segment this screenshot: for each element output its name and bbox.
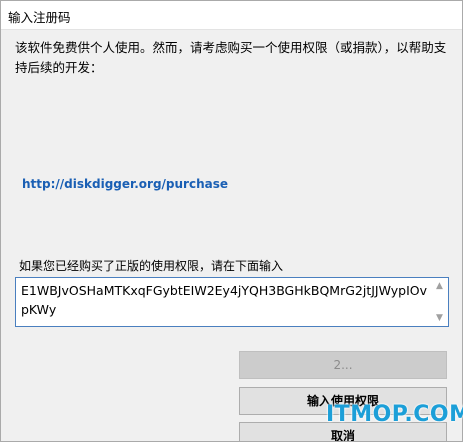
title-bar: 输入注册码 [1, 1, 462, 30]
license-input-scrollbar[interactable]: ▲ ▼ [431, 278, 448, 326]
license-input[interactable]: E1WBJvOSHaMTKxqFGybtEIW2Ey4jYQH3BGHkBQMr… [15, 277, 449, 327]
register-dialog: 输入注册码 该软件免费供个人使用。然而，请考虑购买一个使用权限（或捐款），以帮助… [0, 0, 463, 442]
disabled-button: 2... [239, 351, 447, 379]
purchase-link[interactable]: http://diskdigger.org/purchase [22, 177, 228, 191]
window-title: 输入注册码 [8, 10, 71, 25]
chevron-down-icon[interactable]: ▼ [431, 311, 448, 325]
cancel-button[interactable]: 取消 [239, 422, 447, 441]
enter-license-button[interactable]: 输入使用权限 [239, 387, 447, 415]
description-text: 该软件免费供个人使用。然而，请考虑购买一个使用权限（或捐款），以帮助支持后续的开… [15, 40, 447, 75]
license-prompt: 如果您已经购买了正版的使用权限，请在下面输入 [19, 259, 284, 273]
chevron-up-icon[interactable]: ▲ [431, 279, 448, 293]
license-input-value[interactable]: E1WBJvOSHaMTKxqFGybtEIW2Ey4jYQH3BGHkBQMr… [21, 281, 429, 319]
